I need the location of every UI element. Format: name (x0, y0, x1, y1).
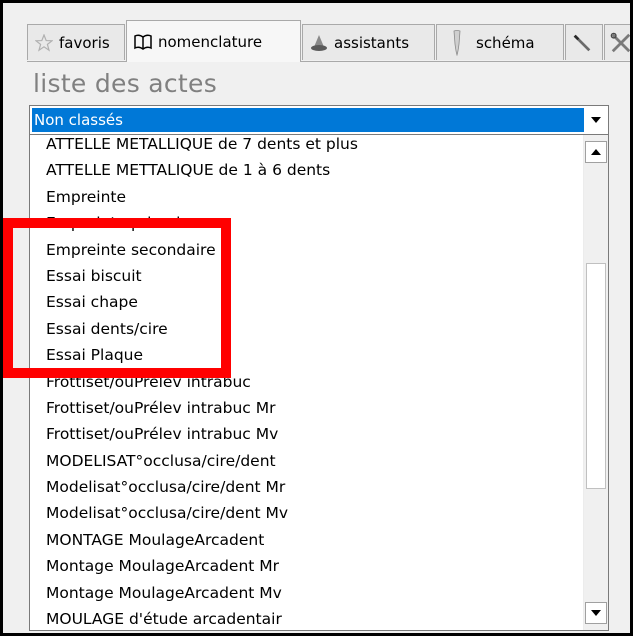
arrow-up-icon (591, 149, 601, 155)
scroll-up-button[interactable] (585, 141, 607, 163)
scroll-down-button[interactable] (585, 602, 607, 624)
list-item[interactable]: MONTAGE MoulageArcadent (46, 527, 582, 553)
tab-tools[interactable] (604, 24, 630, 60)
list-item[interactable]: Montage MoulageArcadent Mr (46, 553, 582, 579)
list-item[interactable]: ATTELLE METTALIQUE de 1 à 6 dents (46, 157, 582, 183)
tab-tool[interactable] (565, 24, 603, 60)
highlight-box (3, 218, 231, 378)
list-item[interactable]: ATTELLE METALLIQUE de 7 dents et plus (46, 135, 582, 157)
list-item[interactable]: Modelisat°occlusa/cire/dent Mr (46, 474, 582, 500)
category-select-value: Non classés (32, 108, 584, 132)
tab-label: assistants (334, 33, 410, 52)
tab-label: nomenclature (158, 32, 263, 51)
acts-list-items: ATTELLE METALLIQUE de 7 dents et plus ATT… (46, 135, 582, 630)
book-icon (132, 31, 154, 53)
vertical-scrollbar[interactable] (583, 135, 608, 630)
tab-bar: favoris nomenclature assistants schéma (27, 20, 630, 63)
tab-label: schéma (476, 33, 535, 52)
tab-panel-border (27, 61, 630, 62)
section-title: liste des actes (33, 69, 218, 98)
wizard-icon (308, 32, 330, 54)
tab-label: favoris (59, 33, 110, 52)
star-icon (33, 32, 55, 54)
tab-schema[interactable]: schéma (436, 24, 564, 60)
list-item[interactable]: Frottiset/ouPrélev intrabuc Mv (46, 421, 582, 447)
category-select[interactable]: Non classés (29, 105, 609, 135)
scrollbar-thumb[interactable] (586, 263, 606, 489)
acts-list[interactable]: ATTELLE METALLIQUE de 7 dents et plus ATT… (29, 135, 609, 631)
tab-nomenclature[interactable]: nomenclature (126, 20, 301, 62)
tools-icon (610, 32, 630, 54)
tab-assistants[interactable]: assistants (302, 24, 435, 60)
list-item[interactable]: Frottiset/ouPrélev intrabuc Mr (46, 395, 582, 421)
pencil-icon (571, 32, 593, 54)
list-item[interactable]: Modelisat°occlusa/cire/dent Mv (46, 500, 582, 526)
tooth-icon (442, 29, 472, 56)
list-item[interactable]: Empreinte (46, 184, 582, 210)
chevron-down-icon[interactable] (586, 108, 606, 132)
list-item[interactable]: MODELISAT°occlusa/cire/dent (46, 448, 582, 474)
arrow-down-icon (591, 610, 601, 616)
list-item[interactable]: Montage MoulageArcadent Mv (46, 580, 582, 606)
tab-favoris[interactable]: favoris (27, 24, 125, 60)
list-item[interactable]: MOULAGE d'étude arcadentair (46, 606, 582, 630)
